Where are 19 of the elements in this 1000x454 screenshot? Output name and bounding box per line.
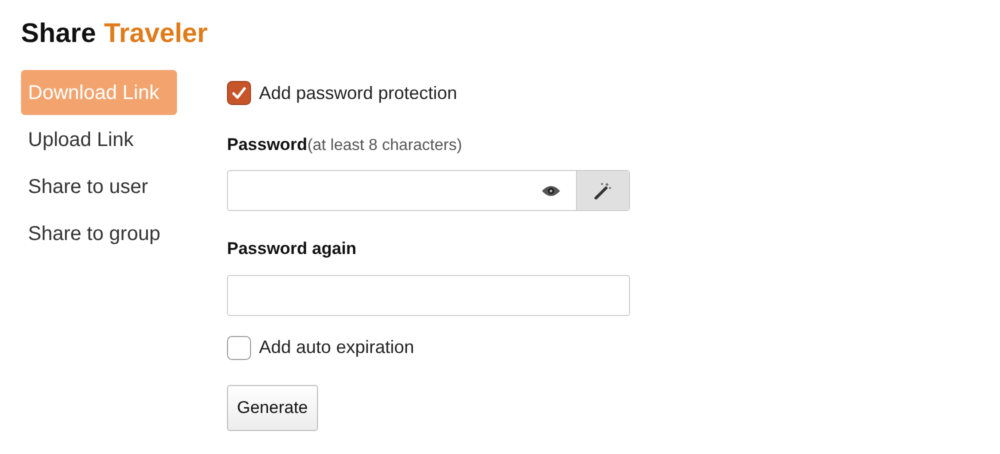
nav-tab[interactable]: Share to user — [21, 164, 177, 209]
field-label: Password again — [227, 238, 358, 260]
password-again-field[interactable] — [227, 274, 630, 316]
title-highlight: Traveler — [104, 17, 208, 50]
checkmark-icon — [231, 85, 247, 101]
checkbox-label: Add auto expiration — [259, 336, 414, 359]
checkbox-label: Add password protection — [259, 82, 458, 105]
nav-tab[interactable]: Share to group — [21, 211, 177, 256]
generate-password-button[interactable] — [576, 171, 629, 210]
checkbox[interactable] — [227, 81, 251, 105]
eye-icon[interactable] — [541, 184, 561, 198]
nav-tab[interactable]: Upload Link — [21, 117, 177, 162]
generate-button[interactable]: Generate — [227, 384, 318, 430]
magic-wand-icon — [593, 180, 613, 200]
checkbox[interactable] — [227, 336, 251, 360]
field-label: Password — [227, 134, 308, 156]
field-hint: (at least 8 characters) — [307, 136, 462, 156]
password-field[interactable] — [227, 170, 630, 211]
title: Share — [21, 17, 96, 50]
